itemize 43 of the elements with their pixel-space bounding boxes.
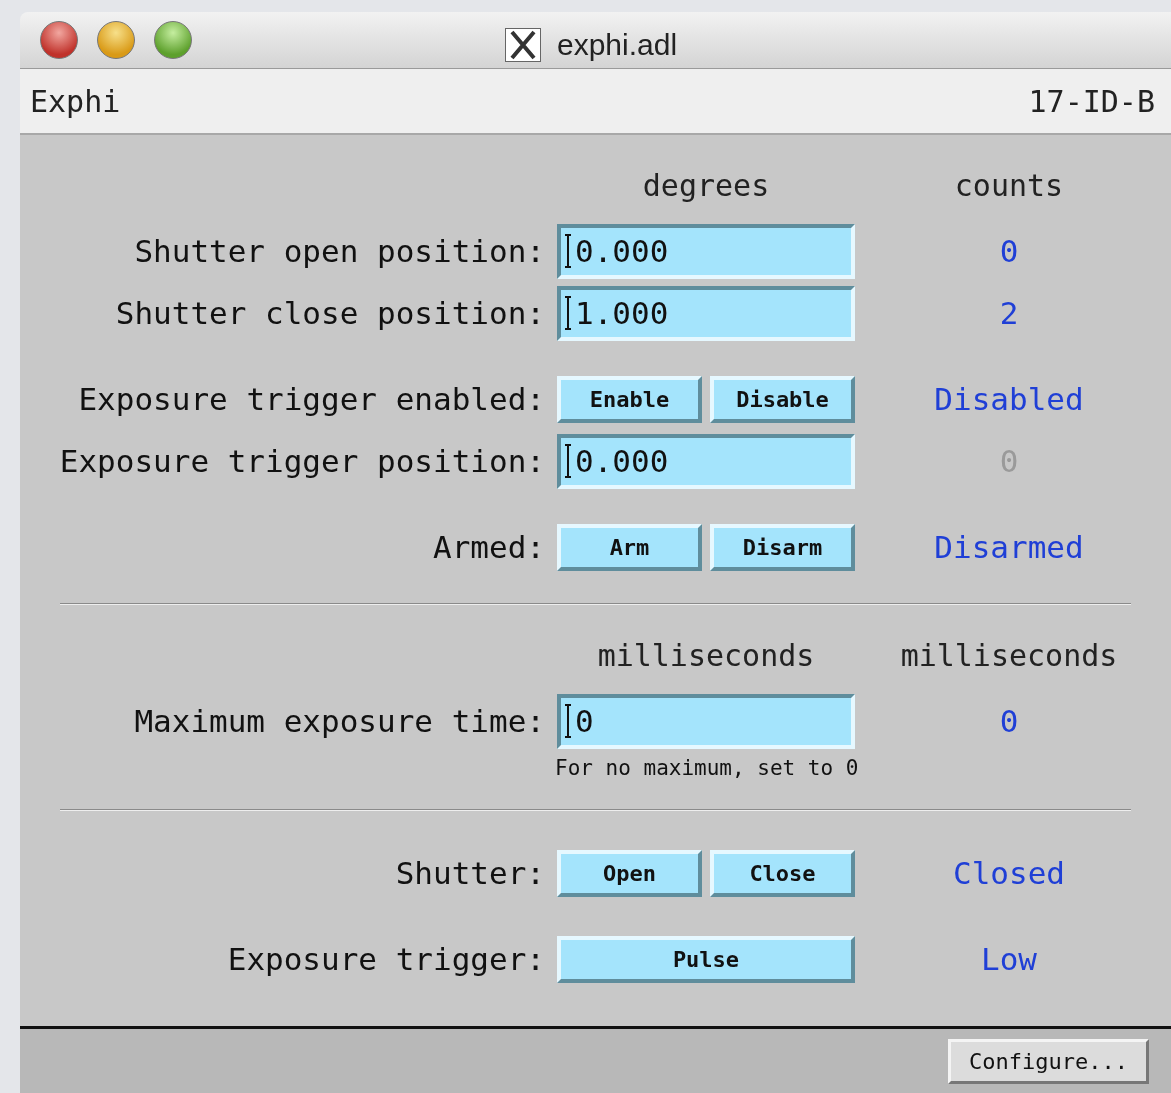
input-field[interactable]: 0.000	[557, 223, 855, 279]
field-label: Maximum exposure time:	[133, 701, 545, 741]
column-header: counts	[953, 166, 1065, 205]
column-header: degrees	[641, 166, 771, 205]
readback-value: 0	[998, 231, 1020, 271]
field-label: Shutter close position:	[114, 293, 545, 333]
text-cursor-icon	[564, 444, 572, 478]
input-field[interactable]: 0	[557, 693, 855, 749]
readback-value: 2	[998, 293, 1020, 333]
command-button[interactable]: Disable	[710, 375, 855, 423]
field-label: Exposure trigger:	[226, 939, 545, 979]
prefix-label: 17-ID-B	[1028, 82, 1155, 121]
command-button[interactable]: Enable	[557, 375, 702, 423]
window-title: exphi.adl	[557, 27, 678, 63]
field-label: Exposure trigger enabled:	[77, 379, 545, 419]
close-button[interactable]	[40, 21, 78, 59]
readback-value: Closed	[952, 853, 1066, 893]
readback-value: Disabled	[933, 379, 1085, 419]
zoom-button[interactable]	[154, 21, 192, 59]
hint-text: For no maximum, set to 0	[555, 755, 859, 783]
text-cursor-icon	[564, 704, 572, 738]
input-field[interactable]: 0.000	[557, 433, 855, 489]
readback-value: Disarmed	[933, 527, 1085, 567]
field-label: Armed:	[432, 527, 545, 567]
field-label: Shutter:	[394, 853, 545, 893]
command-button[interactable]: Disarm	[710, 523, 855, 571]
command-button[interactable]: Close	[710, 849, 855, 897]
command-button[interactable]: Pulse	[557, 935, 855, 983]
command-button[interactable]: Arm	[557, 523, 702, 571]
readback-value: Low	[980, 939, 1038, 979]
field-label: Exposure trigger position:	[58, 441, 545, 481]
command-button[interactable]: Open	[557, 849, 702, 897]
x-window-icon	[505, 27, 541, 62]
input-field[interactable]: 1.000	[557, 285, 855, 341]
minimize-button[interactable]	[97, 21, 135, 59]
column-header: milliseconds	[899, 636, 1119, 675]
display-name: Exphi	[30, 82, 121, 121]
text-cursor-icon	[564, 296, 572, 330]
text-cursor-icon	[564, 234, 572, 268]
configure-button[interactable]: Configure...	[948, 1038, 1149, 1084]
readback-value: 0	[998, 701, 1020, 741]
column-header: milliseconds	[596, 636, 816, 675]
field-label: Shutter open position:	[133, 231, 545, 271]
